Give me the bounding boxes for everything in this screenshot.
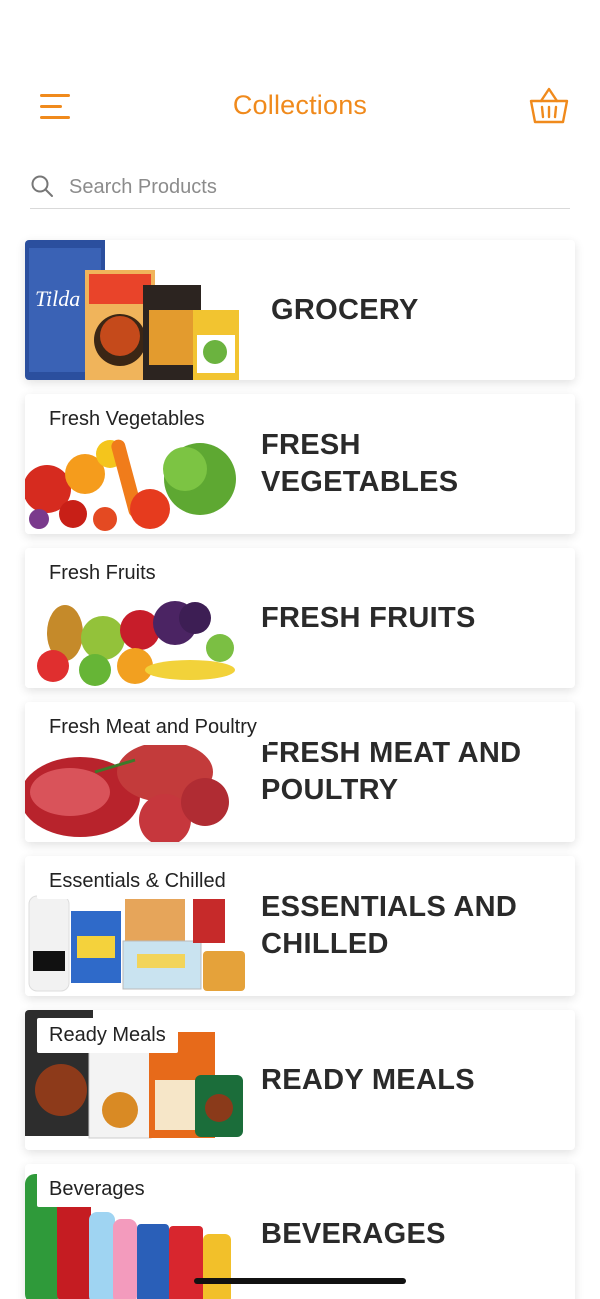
collection-card-fresh-meat-and-poultry[interactable]: Fresh Meat and Poultry FRESH MEAT AND PO… — [25, 702, 575, 842]
collection-card-grocery[interactable]: Tilda GROCERY — [25, 240, 575, 380]
top-navigation-bar: Collections — [0, 70, 600, 142]
collection-title: FRESH MEAT AND POULTRY — [261, 737, 522, 806]
collection-tag: Beverages — [37, 1172, 157, 1207]
collection-tag: Fresh Fruits — [37, 556, 168, 591]
collection-tag: Essentials & Chilled — [37, 864, 238, 899]
collection-title: FRESH VEGETABLES — [261, 429, 459, 498]
collection-title: GROCERY — [271, 293, 419, 326]
search-icon — [30, 174, 54, 198]
collection-card-essentials-and-chilled[interactable]: Essentials & Chilled ESSENTIALS AND CHIL… — [25, 856, 575, 996]
home-indicator[interactable] — [194, 1278, 406, 1284]
collection-card-fresh-vegetables[interactable]: Fresh Vegetables FRESH VEGETABLES — [25, 394, 575, 534]
basket-icon[interactable] — [528, 86, 570, 126]
collection-title: FRESH FRUITS — [261, 601, 476, 634]
collection-tag: Fresh Vegetables — [37, 402, 217, 437]
collection-title: ESSENTIALS AND CHILLED — [261, 891, 518, 960]
app-screen: Collections Search Products Tilda GROCER… — [0, 0, 600, 1299]
svg-text:Tilda: Tilda — [35, 286, 80, 311]
collection-tag: Ready Meals — [37, 1018, 178, 1053]
page-title: Collections — [232, 90, 368, 120]
collection-card-ready-meals[interactable]: Ready Meals READY MEALS — [25, 1010, 575, 1150]
collections-list: Tilda GROCERY Fresh Vegetables FRESH VEG… — [25, 240, 575, 1299]
search-input[interactable] — [69, 170, 549, 204]
collection-tag: Fresh Meat and Poultry — [37, 710, 269, 745]
search-bar — [30, 168, 570, 209]
collection-card-fresh-fruits[interactable]: Fresh Fruits FRESH FRUITS — [25, 548, 575, 688]
collection-title: READY MEALS — [261, 1063, 475, 1096]
grocery-image: Tilda — [25, 240, 247, 380]
